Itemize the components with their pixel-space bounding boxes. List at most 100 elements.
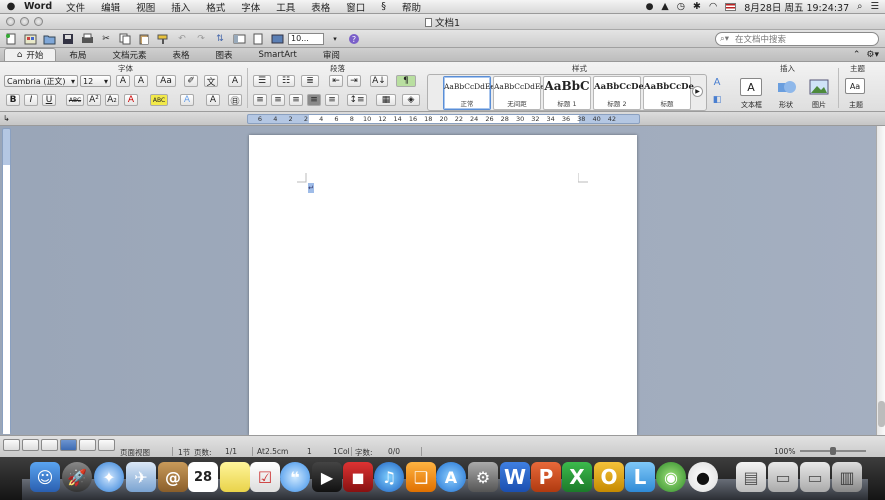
app-store-icon[interactable]: A: [436, 462, 466, 492]
text-effects-icon[interactable]: A: [180, 94, 194, 106]
redo-icon[interactable]: ↷: [193, 32, 209, 46]
search-field[interactable]: ⌕▾ 在文档中搜索: [715, 32, 879, 46]
photo-app-icon[interactable]: ✈: [126, 462, 156, 492]
numbering-icon[interactable]: ☷: [277, 75, 295, 87]
menu-edit[interactable]: 编辑: [93, 0, 128, 14]
styles-settings-icon[interactable]: ◧: [710, 94, 724, 106]
finder-icon[interactable]: ☺: [30, 462, 60, 492]
phonetic-guide-icon[interactable]: 文: [204, 75, 218, 88]
italic-icon[interactable]: I: [24, 94, 38, 106]
undo-icon[interactable]: ↶: [174, 32, 190, 46]
enclose-characters-icon[interactable]: ㊐: [228, 94, 242, 107]
publishing-view-button[interactable]: [41, 439, 58, 451]
tab-charts[interactable]: 图表: [202, 48, 245, 61]
time-machine-icon[interactable]: ◷: [677, 1, 685, 12]
menu-view[interactable]: 视图: [128, 0, 163, 14]
notebook-view-button[interactable]: [79, 439, 96, 451]
collapse-ribbon-icon[interactable]: ⌃: [853, 50, 861, 60]
styles-scroll-right-icon[interactable]: ▶: [692, 86, 703, 97]
messages-icon[interactable]: ❝: [280, 462, 310, 492]
open-folder-icon[interactable]: [41, 32, 57, 46]
shape-icon[interactable]: [776, 78, 798, 96]
print-icon[interactable]: [79, 32, 95, 46]
text-box-icon[interactable]: A: [740, 78, 762, 96]
print-layout-view-button[interactable]: [60, 439, 77, 451]
line-spacing-icon[interactable]: ↕≡: [347, 94, 367, 106]
bullets-icon[interactable]: ☰: [253, 75, 271, 87]
qq-icon[interactable]: ●: [688, 462, 718, 492]
facetime-icon[interactable]: ▶: [312, 462, 342, 492]
template-gallery-icon[interactable]: [22, 32, 38, 46]
menu-file[interactable]: 文件: [58, 0, 93, 14]
calendar-icon[interactable]: 28: [188, 462, 218, 492]
tab-tables[interactable]: 表格: [159, 48, 202, 61]
strikethrough-icon[interactable]: ABC: [66, 94, 84, 106]
show-formatting-icon[interactable]: ¶: [396, 75, 416, 87]
trash-icon[interactable]: ▥: [832, 462, 862, 492]
sidebar-icon[interactable]: [231, 32, 247, 46]
multilevel-list-icon[interactable]: ≣: [301, 75, 319, 87]
photo-booth-icon[interactable]: ◼: [343, 462, 373, 492]
sort-icon[interactable]: A↓: [370, 75, 388, 87]
wifi-icon[interactable]: ◠: [709, 1, 717, 12]
tab-home[interactable]: ⌂ 开始: [4, 48, 57, 61]
underline-icon[interactable]: U: [42, 94, 56, 106]
text-box-label[interactable]: 文本框: [741, 100, 762, 110]
script-menu-icon[interactable]: §: [373, 1, 394, 12]
scrollbar-thumb[interactable]: [878, 401, 885, 427]
zoom-dropdown-icon[interactable]: ▾: [327, 32, 343, 46]
launchpad-icon[interactable]: 🚀: [62, 462, 92, 492]
style-no-spacing[interactable]: AaBbCcDdEe 无间距: [493, 76, 545, 110]
ibooks-icon[interactable]: ❑: [406, 462, 436, 492]
horizontal-ruler[interactable]: 6 4 2 2 4 6 8 10 12 14 16 18 20 22 24 26 28 30 32 34 36 38 40 4…: [247, 114, 640, 124]
powerpoint-icon[interactable]: P: [531, 462, 561, 492]
notes-icon[interactable]: [220, 462, 250, 492]
zoom-slider-knob[interactable]: [830, 447, 836, 455]
menu-tools[interactable]: 工具: [268, 0, 303, 14]
word-icon[interactable]: W: [500, 462, 530, 492]
styles-pane-icon[interactable]: A: [710, 76, 724, 88]
format-painter-icon[interactable]: [155, 32, 171, 46]
tab-layout[interactable]: 布局: [56, 48, 99, 61]
help-icon[interactable]: ?: [346, 32, 362, 46]
lync-icon[interactable]: L: [625, 462, 655, 492]
files-stack-icon[interactable]: ▭: [800, 462, 830, 492]
style-heading-1[interactable]: AaBbC 标题 1: [543, 76, 591, 110]
style-heading-2[interactable]: AaBbCcDe 标题 2: [593, 76, 644, 110]
toolbox-icon[interactable]: [250, 32, 266, 46]
vertical-ruler[interactable]: [2, 128, 11, 434]
menu-window[interactable]: 窗口: [338, 0, 373, 14]
picture-icon[interactable]: [808, 78, 830, 96]
clock[interactable]: 8月28日 周五 19:24:37: [744, 0, 849, 14]
superscript-icon[interactable]: A²: [87, 94, 101, 106]
itunes-icon[interactable]: ♫: [374, 462, 404, 492]
font-color-icon[interactable]: A: [124, 94, 138, 106]
menu-font[interactable]: 字体: [233, 0, 268, 14]
borders-icon[interactable]: ▦: [376, 94, 396, 106]
outlook-icon[interactable]: O: [594, 462, 624, 492]
menu-help[interactable]: 帮助: [394, 0, 429, 14]
shading-icon[interactable]: ◈: [402, 94, 420, 106]
clear-formatting-icon[interactable]: ✐: [184, 75, 198, 87]
paste-icon[interactable]: [136, 32, 152, 46]
tab-review[interactable]: 审阅: [310, 48, 353, 61]
align-right-icon[interactable]: ≡: [289, 94, 303, 106]
increase-indent-icon[interactable]: ⇥: [347, 75, 361, 87]
flag-icon[interactable]: [725, 2, 737, 11]
tab-smartart[interactable]: SmartArt: [245, 48, 309, 61]
zoom-slider[interactable]: [800, 447, 866, 455]
font-name-select[interactable]: Cambria (正文) ▾: [4, 75, 78, 87]
distribute-icon[interactable]: ≡: [325, 94, 339, 106]
font-size-select[interactable]: 12 ▾: [80, 75, 111, 87]
network-app-icon[interactable]: ◉: [656, 462, 686, 492]
themes-label[interactable]: 主题: [849, 100, 863, 110]
app-menu[interactable]: Word: [22, 1, 58, 12]
safari-icon[interactable]: ✦: [94, 462, 124, 492]
contacts-icon[interactable]: @: [158, 462, 188, 492]
decrease-indent-icon[interactable]: ⇤: [329, 75, 343, 87]
save-icon[interactable]: [60, 32, 76, 46]
full-screen-view-button[interactable]: [98, 439, 115, 451]
vertical-scrollbar[interactable]: [876, 126, 885, 435]
spotlight-icon[interactable]: ⌕: [857, 1, 862, 12]
excel-icon[interactable]: X: [562, 462, 592, 492]
